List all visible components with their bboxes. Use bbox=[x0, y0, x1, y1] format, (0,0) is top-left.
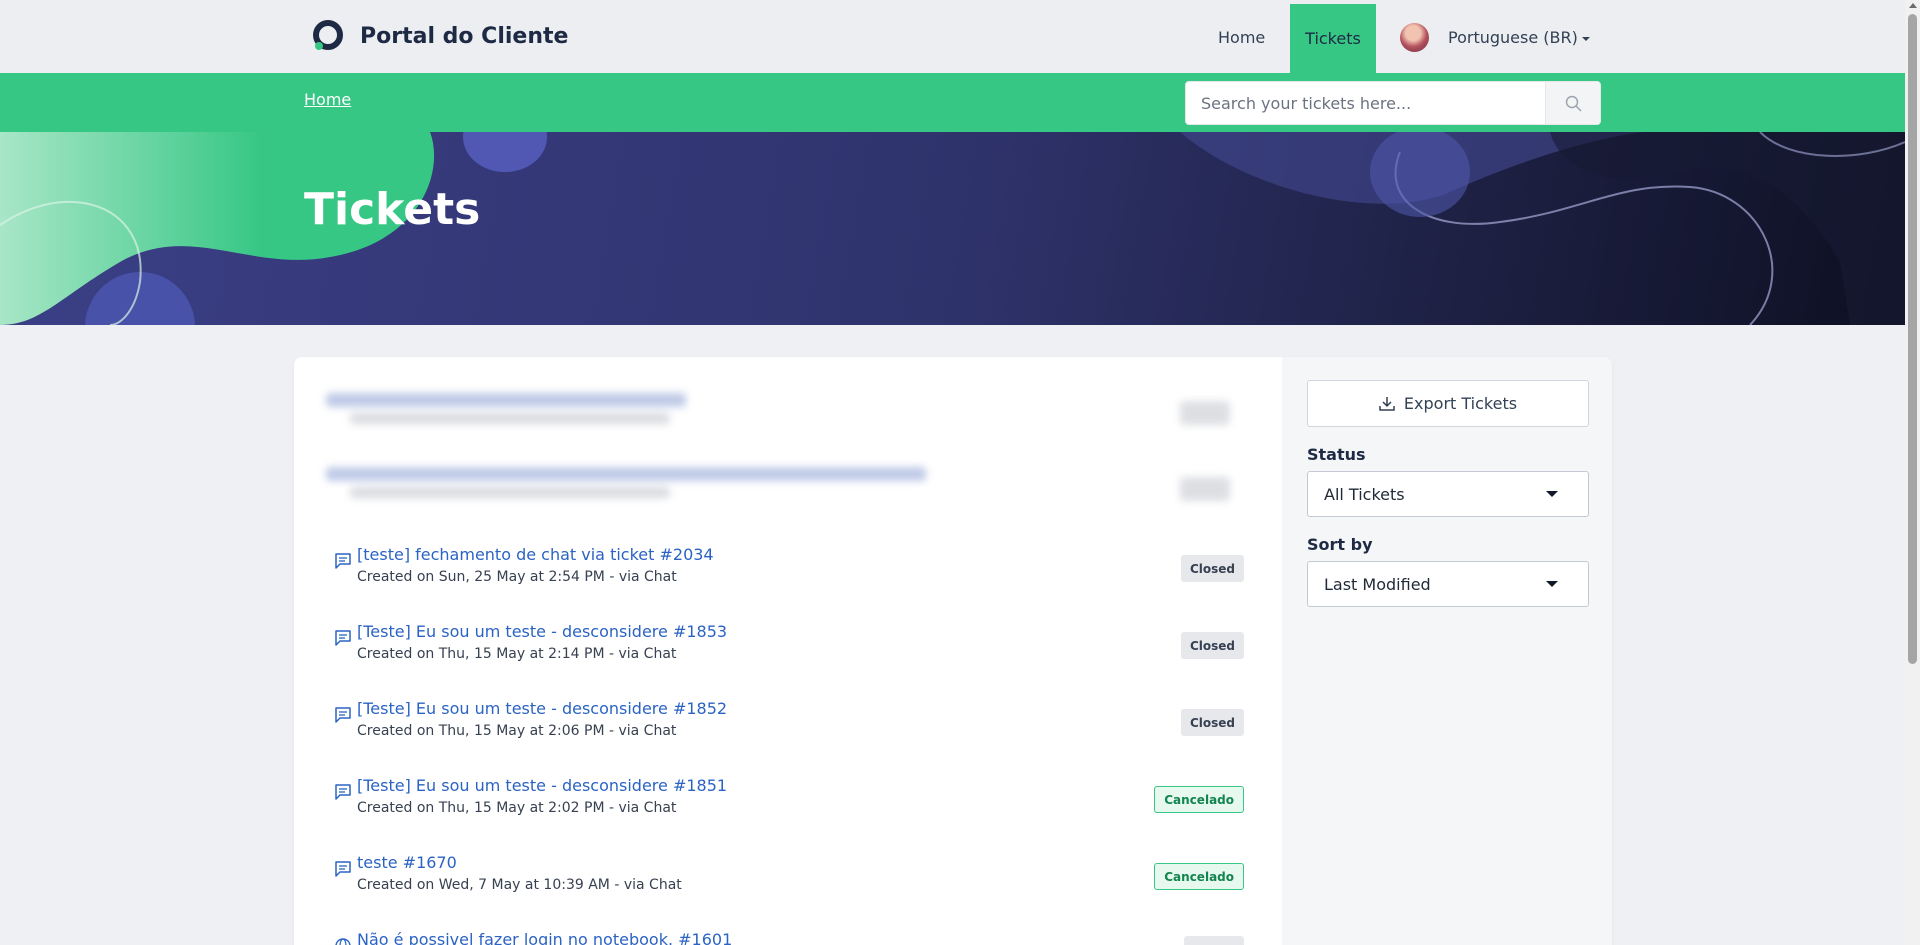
chat-icon bbox=[335, 861, 351, 877]
sort-by-label: Sort by bbox=[1307, 535, 1373, 554]
user-avatar[interactable] bbox=[1400, 23, 1429, 52]
language-dropdown[interactable]: Portuguese (BR) bbox=[1448, 28, 1590, 47]
ticket-title-link[interactable]: [Teste] Eu sou um teste - desconsidere #… bbox=[357, 622, 727, 641]
hero-background-shapes bbox=[0, 132, 1905, 325]
ticket-meta: Created on Wed, 7 May at 10:39 AM - via … bbox=[357, 877, 682, 893]
brand-logo-icon bbox=[311, 19, 345, 53]
ticket-title-link[interactable]: [Teste] Eu sou um teste - desconsidere #… bbox=[357, 699, 727, 718]
nav-tickets-link[interactable]: Tickets bbox=[1290, 4, 1376, 73]
ticket-title-link[interactable]: [Teste] Eu sou um teste - desconsidere #… bbox=[357, 776, 727, 795]
ticket-row[interactable]: Não é possivel fazer login no notebook. … bbox=[334, 930, 1244, 945]
ticket-row[interactable]: teste #1670 Created on Wed, 7 May at 10:… bbox=[334, 853, 1244, 913]
ticket-row[interactable]: [Teste] Eu sou um teste - desconsidere #… bbox=[334, 622, 1244, 682]
ticket-title-link[interactable]: Não é possivel fazer login no notebook. … bbox=[357, 930, 732, 945]
chat-icon bbox=[335, 553, 351, 569]
ticket-meta: Created on Sun, 25 May at 2:54 PM - via … bbox=[357, 569, 677, 585]
export-tickets-button[interactable]: Export Tickets bbox=[1307, 380, 1589, 427]
chevron-down-icon bbox=[1581, 36, 1590, 41]
breadcrumb-home-link[interactable]: Home bbox=[304, 90, 351, 109]
chevron-down-icon bbox=[1546, 491, 1558, 497]
chat-icon bbox=[335, 630, 351, 646]
ticket-row[interactable]: [teste] fechamento de chat via ticket #2… bbox=[334, 545, 1244, 605]
filters-sidebar: Export Tickets Status All Tickets Sort b… bbox=[1282, 357, 1612, 945]
status-badge: Closed bbox=[1180, 632, 1244, 659]
scrollbar-thumb[interactable] bbox=[1908, 14, 1917, 664]
status-badge: Closed bbox=[1180, 709, 1244, 736]
ticket-row[interactable]: [Teste] Eu sou um teste - desconsidere #… bbox=[334, 699, 1244, 759]
search-button[interactable] bbox=[1545, 82, 1600, 124]
ticket-title-link[interactable]: [teste] fechamento de chat via ticket #2… bbox=[357, 545, 714, 564]
nav-tickets-label: Tickets bbox=[1305, 29, 1361, 48]
brand-title: Portal do Cliente bbox=[360, 23, 569, 49]
status-badge: Cancelado bbox=[1154, 863, 1244, 890]
status-filter-label: Status bbox=[1307, 445, 1366, 464]
search-icon bbox=[1565, 95, 1582, 112]
status-badge bbox=[1184, 936, 1244, 945]
blurred-ticket-row bbox=[326, 393, 686, 424]
ticket-title-link[interactable]: teste #1670 bbox=[357, 853, 457, 872]
download-icon bbox=[1379, 396, 1395, 411]
status-badge: Closed bbox=[1180, 555, 1244, 582]
ticket-meta: Created on Thu, 15 May at 2:14 PM - via … bbox=[357, 646, 677, 662]
brand[interactable]: Portal do Cliente bbox=[311, 19, 568, 53]
chat-icon bbox=[335, 707, 351, 723]
sort-by-select-value: Last Modified bbox=[1324, 574, 1431, 594]
blurred-ticket-row bbox=[326, 467, 926, 498]
breadcrumb-bar: Home bbox=[0, 73, 1905, 132]
search-input[interactable] bbox=[1186, 82, 1546, 124]
status-select-value: All Tickets bbox=[1324, 484, 1405, 504]
globe-icon bbox=[335, 938, 351, 945]
chevron-down-icon bbox=[1546, 581, 1558, 587]
blurred-status-badge bbox=[1180, 477, 1230, 501]
status-select[interactable]: All Tickets bbox=[1307, 471, 1589, 517]
export-tickets-label: Export Tickets bbox=[1403, 394, 1518, 413]
ticket-search bbox=[1185, 81, 1601, 125]
hero-banner: Tickets bbox=[0, 132, 1905, 325]
status-badge: Cancelado bbox=[1154, 786, 1244, 813]
nav-home-link[interactable]: Home bbox=[1218, 28, 1265, 47]
ticket-row[interactable]: [Teste] Eu sou um teste - desconsidere #… bbox=[334, 776, 1244, 836]
page-title: Tickets bbox=[304, 184, 481, 235]
top-navbar: Portal do Cliente Home Tickets Portugues… bbox=[0, 0, 1905, 73]
ticket-meta: Created on Thu, 15 May at 2:02 PM - via … bbox=[357, 800, 677, 816]
ticket-meta: Created on Thu, 15 May at 2:06 PM - via … bbox=[357, 723, 677, 739]
scroll-up-arrow-icon[interactable] bbox=[1909, 3, 1917, 8]
blurred-status-badge bbox=[1180, 401, 1230, 425]
language-label: Portuguese (BR) bbox=[1448, 28, 1578, 47]
chat-icon bbox=[335, 784, 351, 800]
page-scrollbar[interactable] bbox=[1905, 0, 1920, 945]
tickets-card: [teste] fechamento de chat via ticket #2… bbox=[294, 357, 1612, 945]
sort-by-select[interactable]: Last Modified bbox=[1307, 561, 1589, 607]
